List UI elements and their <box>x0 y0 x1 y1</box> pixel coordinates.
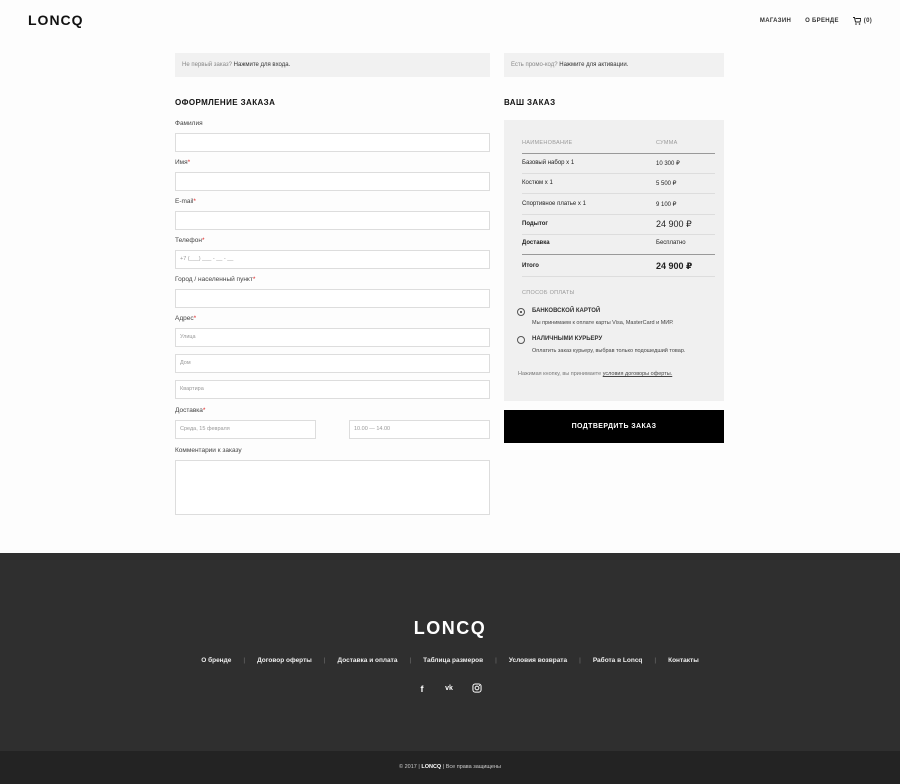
lastname-field[interactable] <box>175 133 490 152</box>
lastname-label: Фамилия <box>175 120 203 127</box>
order-summary: НАИМЕНОВАНИЕ СУММА Базовый набор x 1 10 3… <box>504 120 724 401</box>
instagram-icon[interactable] <box>471 683 483 695</box>
footer-separator: | <box>243 657 246 664</box>
pay-card-radio[interactable] <box>517 308 525 316</box>
city-field[interactable] <box>175 289 490 308</box>
email-field[interactable] <box>175 211 490 230</box>
firstname-field[interactable] <box>175 172 490 191</box>
table-divider <box>522 153 715 154</box>
delivery-time-select[interactable]: 10.00 — 14.00 <box>349 420 490 439</box>
cart-icon <box>852 17 861 25</box>
footer-link-about[interactable]: О бренде <box>201 657 231 664</box>
footer-link-contacts[interactable]: Контакты <box>668 657 699 664</box>
row-divider <box>522 234 715 235</box>
payment-title: СПОСОБ ОПЛАТЫ <box>522 290 575 296</box>
agreement-text: Нажимая кнопку, вы принимаете условия до… <box>518 371 673 377</box>
footer-links: О бренде | Договор оферты | Доставка и о… <box>0 657 900 664</box>
offer-agreement-link[interactable]: условия договоры оферты. <box>603 371 673 377</box>
pay-cash-label[interactable]: НАЛИЧНЫМИ КУРЬЕРУ <box>532 336 602 342</box>
pay-card-desc: Мы принимаем к оплате карты Visa, Master… <box>532 320 674 326</box>
footer-link-returns[interactable]: Условия возврата <box>509 657 567 664</box>
comment-label: Комментарии к заказу <box>175 447 242 454</box>
footer-separator: | <box>323 657 326 664</box>
address-label: Адрес* <box>175 315 197 322</box>
footer-separator: | <box>495 657 497 664</box>
footer-logo[interactable]: LONCQ <box>0 618 900 639</box>
footer-link-offer[interactable]: Договор оферты <box>257 657 312 664</box>
comment-textarea[interactable] <box>175 460 490 515</box>
facebook-icon[interactable]: f <box>416 683 428 695</box>
delivery-date-select[interactable]: Среда, 15 февраля <box>175 420 316 439</box>
col-sum-header: СУММА <box>656 140 678 146</box>
nav-shop-link[interactable]: МАГАЗИН <box>760 18 791 24</box>
total-divider <box>522 254 715 255</box>
copyright-bar: © 2017 | LONCQ | Все права защищены <box>0 751 900 784</box>
street-field[interactable]: Улица <box>175 328 490 347</box>
delivery-label: Доставка* <box>175 407 206 414</box>
site-logo[interactable]: LONCQ <box>28 12 84 28</box>
order-title: ВАШ ЗАКАЗ <box>504 98 556 107</box>
row-divider <box>522 173 715 174</box>
email-label: E-mail* <box>175 198 196 205</box>
main-nav: МАГАЗИН О БРЕНДЕ (0) <box>760 17 872 25</box>
pay-cash-radio[interactable] <box>517 336 525 344</box>
phone-label: Телефон* <box>175 237 205 244</box>
city-label: Город / населенный пункт* <box>175 276 256 283</box>
phone-field[interactable]: +7 (___) ___ - __ - __ <box>175 250 490 269</box>
footer-separator: | <box>409 657 412 664</box>
house-field[interactable]: Дом <box>175 354 490 373</box>
cart-link[interactable]: (0) <box>852 17 872 25</box>
pay-card-label[interactable]: БАНКОВСКОЙ КАРТОЙ <box>532 308 600 314</box>
cart-count: (0) <box>863 18 872 24</box>
row-divider <box>522 193 715 194</box>
promo-link[interactable]: Нажмите для активации. <box>559 62 628 68</box>
row-divider <box>522 214 715 215</box>
checkout-form: Фамилия Имя* E-mail* Телефон* +7 (___) _… <box>175 0 491 520</box>
apartment-field[interactable]: Квартира <box>175 380 490 399</box>
col-name-header: НАИМЕНОВАНИЕ <box>522 140 573 146</box>
footer: LONCQ О бренде | Договор оферты | Достав… <box>0 553 900 751</box>
promo-notice: Есть промо-код? Нажмите для активации. <box>504 53 724 77</box>
footer-link-delivery[interactable]: Доставка и оплата <box>338 657 398 664</box>
nav-about-link[interactable]: О БРЕНДЕ <box>805 18 839 24</box>
copyright-brand: LONCQ <box>421 764 442 770</box>
firstname-label: Имя* <box>175 159 191 166</box>
row-divider <box>522 276 715 277</box>
footer-separator: | <box>579 657 581 664</box>
pay-cash-desc: Оплатить заказ курьеру, выбрав только по… <box>532 348 686 354</box>
footer-separator: | <box>654 657 657 664</box>
promo-question: Есть промо-код? <box>511 62 558 68</box>
footer-link-jobs[interactable]: Работа в Loncq <box>593 657 643 664</box>
confirm-order-button[interactable]: ПОДТВЕРДИТЬ ЗАКАЗ <box>504 410 724 443</box>
footer-link-sizes[interactable]: Таблица размеров <box>423 657 483 664</box>
vk-icon[interactable]: vk <box>442 683 456 695</box>
